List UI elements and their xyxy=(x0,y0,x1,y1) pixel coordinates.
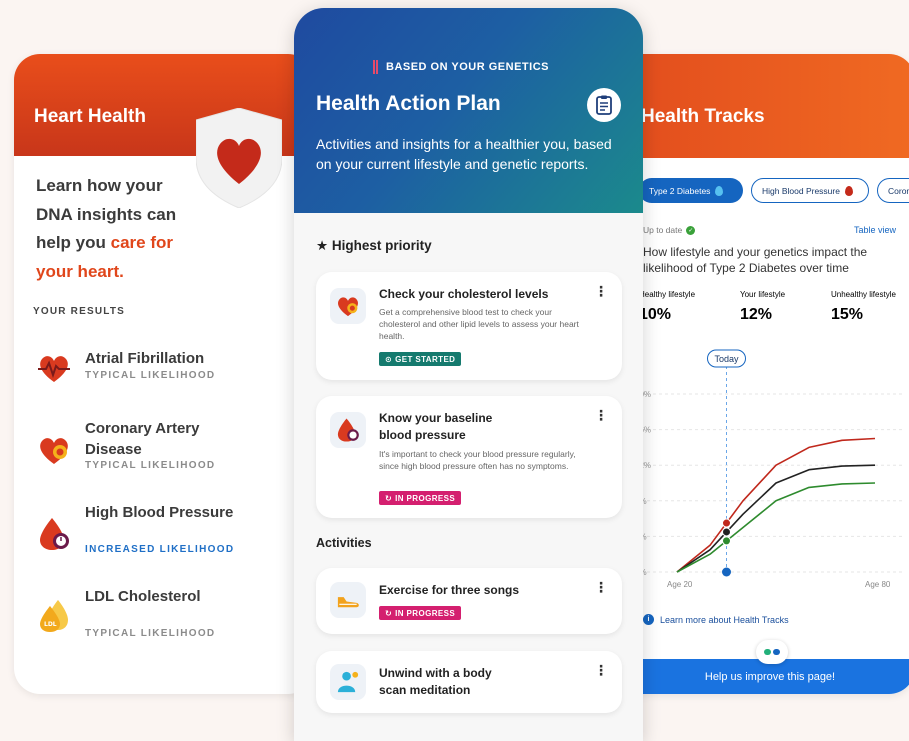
intro-line: help you xyxy=(36,233,111,252)
status-label: GET STARTED xyxy=(395,354,456,364)
heart-health-title: Heart Health xyxy=(34,106,146,127)
result-high-blood-pressure[interactable]: High Blood Pressure INCREASED LIKELIHOOD xyxy=(36,502,306,562)
status-label: IN PROGRESS xyxy=(395,493,456,503)
task-body-scan-meditation[interactable]: Unwind with a body scan meditation ⋮ xyxy=(316,651,622,713)
clock-icon: ⊙ xyxy=(385,354,393,364)
health-tracks-chart: 20%16%12%8%4%0%TodayAge 20Age 80 xyxy=(635,349,905,589)
status-badge: ⊙ GET STARTED xyxy=(379,352,462,366)
action-plan-title: Health Action Plan xyxy=(316,92,501,115)
status-badge: ↻ IN PROGRESS xyxy=(379,491,462,505)
result-ldl-cholesterol[interactable]: LDL LDL Cholesterol TYPICAL LIKELIHOOD xyxy=(36,586,306,646)
task-title: Know your baseline blood pressure xyxy=(379,411,493,442)
more-options-icon[interactable]: ⋮ xyxy=(594,663,608,677)
today-axis-dot xyxy=(722,567,731,577)
task-baseline-blood-pressure[interactable]: Know your baseline blood pressure It's i… xyxy=(316,396,622,518)
result-name: High Blood Pressure xyxy=(85,504,234,521)
intro-line: Learn how your xyxy=(36,176,163,195)
result-likelihood: INCREASED LIKELIHOOD xyxy=(85,544,235,555)
action-plan-header: BASED ON YOUR GENETICS Health Action Pla… xyxy=(294,8,643,213)
stat-label-unhealthy: Unhealthy lifestyle xyxy=(831,290,896,299)
highest-priority-heading: ★ Highest priority xyxy=(316,238,432,253)
heart-health-intro: Learn how your DNA insights can help you… xyxy=(36,172,236,286)
intro-line: DNA insights can xyxy=(36,204,177,224)
result-atrial-fibrillation[interactable]: Atrial Fibrillation TYPICAL LIKELIHOOD xyxy=(36,348,306,388)
pill-label: Coron xyxy=(888,185,909,196)
result-name: Atrial Fibrillation xyxy=(85,350,205,367)
activities-heading: Activities xyxy=(316,536,372,550)
today-point xyxy=(722,527,731,537)
progress-icon: ↻ xyxy=(385,608,393,618)
pill-type-2-diabetes[interactable]: Type 2 Diabetes xyxy=(639,178,743,203)
intro-highlight: care for xyxy=(110,233,173,252)
task-description: Get a comprehensive blood test to check … xyxy=(379,307,579,341)
more-options-icon[interactable]: ⋮ xyxy=(594,580,608,594)
clipboard-icon[interactable] xyxy=(587,88,621,122)
dna-icon xyxy=(373,60,378,74)
blood-pressure-icon xyxy=(40,518,69,550)
genetics-tag: BASED ON YOUR GENETICS xyxy=(373,60,549,74)
action-plan-subtitle: Activities and insights for a healthier … xyxy=(316,136,612,172)
up-to-date-label: Up to date xyxy=(643,225,683,235)
impact-text: How lifestyle and your genetics impact t… xyxy=(643,245,868,275)
result-likelihood: TYPICAL LIKELIHOOD xyxy=(85,460,216,471)
up-to-date-status: Up to date ✓ xyxy=(643,225,696,235)
sneaker-icon xyxy=(330,582,366,618)
pill-coronary[interactable]: Coron xyxy=(877,178,909,203)
task-exercise-three-songs[interactable]: Exercise for three songs ⋮ ↻ IN PROGRESS xyxy=(316,568,622,634)
table-view-link[interactable]: Table view xyxy=(854,225,896,235)
feedback-chat-icon xyxy=(756,640,788,664)
heart-health-card[interactable]: Heart Health Learn how your DNA insights… xyxy=(14,54,314,694)
clipboard-glyph xyxy=(596,95,612,115)
health-action-plan-card: BASED ON YOUR GENETICS Health Action Pla… xyxy=(294,8,643,741)
stat-value-your: 12% xyxy=(740,306,773,323)
genetics-tag-label: BASED ON YOUR GENETICS xyxy=(386,61,549,73)
today-point xyxy=(722,536,731,546)
check-icon: ✓ xyxy=(686,225,696,235)
heart-cholesterol-icon xyxy=(330,288,366,324)
task-title: Unwind with a body scan meditation xyxy=(379,666,492,697)
info-icon: i xyxy=(643,614,654,625)
learn-more-label: Learn more about Health Tracks xyxy=(660,614,789,625)
ldl-drop-icon: LDL xyxy=(40,600,68,632)
today-point xyxy=(722,518,731,528)
task-title: Exercise for three songs xyxy=(379,583,520,597)
result-name: LDL Cholesterol xyxy=(85,588,201,605)
health-tracks-title: Health Tracks xyxy=(641,106,765,127)
more-options-icon[interactable]: ⋮ xyxy=(594,284,608,298)
drop-icon xyxy=(715,185,724,196)
more-options-icon[interactable]: ⋮ xyxy=(594,408,608,422)
status-badge: ↻ IN PROGRESS xyxy=(379,606,462,620)
result-coronary-artery-disease[interactable]: Coronary Artery Disease TYPICAL LIKELIHO… xyxy=(36,418,306,478)
today-label: Today xyxy=(714,354,739,364)
stat-label-healthy: Healthy lifestyle xyxy=(639,290,696,299)
pill-label: High Blood Pressure xyxy=(762,185,840,196)
task-title: Check your cholesterol levels xyxy=(379,287,549,301)
result-likelihood: TYPICAL LIKELIHOOD xyxy=(85,628,216,639)
meditation-icon xyxy=(330,664,366,700)
task-description: It's important to check your blood press… xyxy=(379,449,576,471)
stat-value-healthy: 10% xyxy=(639,306,672,323)
blood-pressure-icon xyxy=(330,412,366,448)
x-start-label: Age 20 xyxy=(667,580,693,589)
improve-label: Help us improve this page! xyxy=(704,670,836,683)
progress-icon: ↻ xyxy=(385,493,393,503)
svg-text:LDL: LDL xyxy=(44,621,57,628)
learn-more-link[interactable]: i Learn more about Health Tracks xyxy=(643,614,789,625)
task-check-cholesterol[interactable]: Check your cholesterol levels Get a comp… xyxy=(316,272,622,380)
heart-rhythm-icon xyxy=(38,356,70,382)
drop-icon xyxy=(844,185,853,196)
result-likelihood: TYPICAL LIKELIHOOD xyxy=(85,370,216,381)
x-end-label: Age 80 xyxy=(865,580,891,589)
pill-label: Type 2 Diabetes xyxy=(649,185,711,196)
heart-artery-icon xyxy=(40,438,68,464)
stat-label-your: Your lifestyle xyxy=(740,290,786,299)
pill-high-blood-pressure[interactable]: High Blood Pressure xyxy=(751,178,869,203)
status-label: IN PROGRESS xyxy=(395,608,456,618)
series-line xyxy=(676,482,876,573)
intro-highlight: your heart. xyxy=(36,261,124,281)
stat-value-unhealthy: 15% xyxy=(831,306,864,323)
your-results-heading: YOUR RESULTS xyxy=(33,306,125,317)
result-name: Coronary Artery Disease xyxy=(85,420,200,458)
